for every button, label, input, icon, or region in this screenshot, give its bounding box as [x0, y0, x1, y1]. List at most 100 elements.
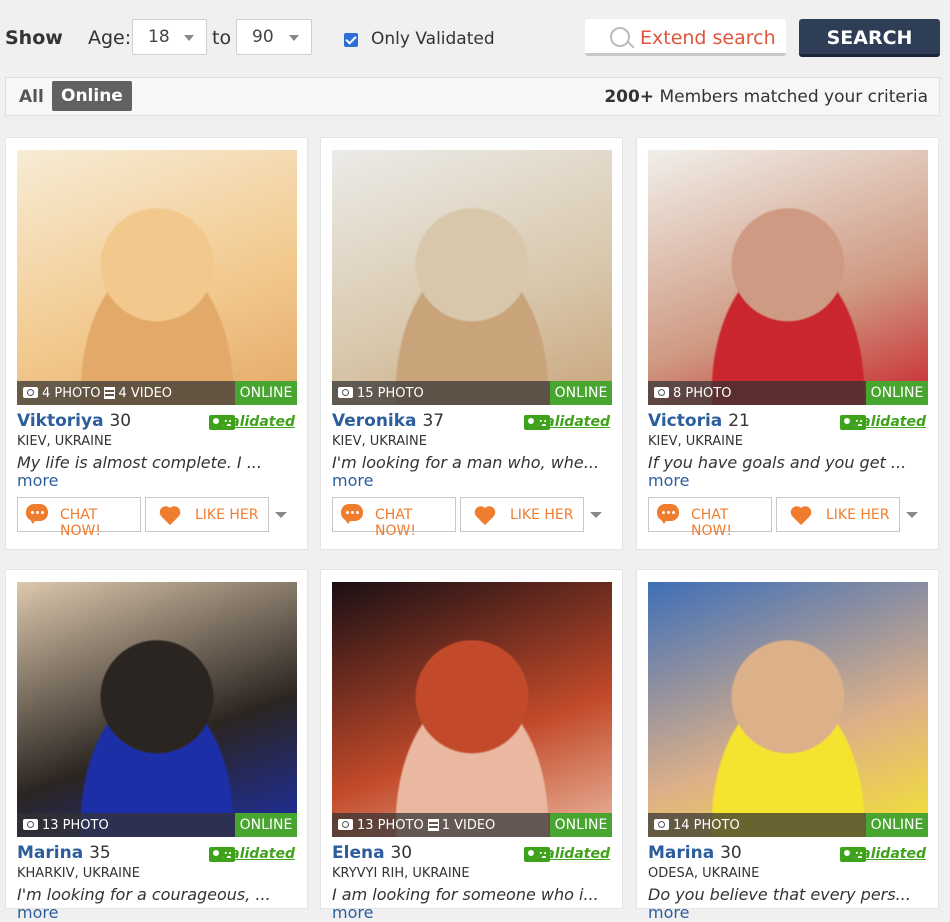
profile-card[interactable]: 4 PHOTO 4 VIDEO ONLINE Viktoriya 30 Valid…: [5, 137, 308, 550]
age-from-value: 18: [148, 27, 170, 47]
profile-name[interactable]: Marina 30: [648, 843, 742, 863]
like-her-button[interactable]: LIKE HER: [145, 497, 269, 532]
profile-name-text[interactable]: Marina: [648, 843, 714, 863]
chevron-down-icon[interactable]: [906, 512, 918, 518]
photo-count: 4 PHOTO: [42, 386, 101, 401]
chat-now-button[interactable]: CHAT NOW!: [332, 497, 456, 539]
validated-link[interactable]: Validated: [852, 414, 926, 430]
profile-name[interactable]: Elena 30: [332, 843, 412, 863]
tab-all[interactable]: All: [19, 87, 44, 107]
photo-count: 13 PHOTO: [357, 818, 424, 833]
profile-photo[interactable]: 14 PHOTO ONLINE: [648, 582, 928, 837]
more-link[interactable]: more: [332, 903, 373, 922]
profile-photo[interactable]: 13 PHOTO 1 VIDEO ONLINE: [332, 582, 612, 837]
search-button[interactable]: SEARCH: [799, 19, 940, 57]
matched-count-text: 200+ Members matched your criteria: [604, 87, 928, 107]
profile-photo[interactable]: 15 PHOTO ONLINE: [332, 150, 612, 405]
like-her-label: LIKE HER: [826, 507, 890, 523]
profile-name[interactable]: Viktoriya 30: [17, 411, 131, 431]
profile-card[interactable]: 13 PHOTO ONLINE Marina 35 Validated KHAR…: [5, 569, 308, 922]
chat-now-label: CHAT NOW!: [691, 507, 732, 539]
camera-icon: [338, 819, 353, 830]
profile-age: 30: [720, 843, 742, 863]
photo-count: 15 PHOTO: [357, 386, 424, 401]
only-validated-checkbox[interactable]: [344, 33, 358, 47]
matched-text: Members matched your criteria: [659, 87, 928, 107]
validated-link[interactable]: Validated: [536, 414, 610, 430]
age-to-value: 90: [252, 27, 274, 47]
profile-name[interactable]: Marina 35: [17, 843, 111, 863]
profile-name[interactable]: Victoria 21: [648, 411, 750, 431]
only-validated-label[interactable]: Only Validated: [371, 29, 495, 49]
age-to-select[interactable]: 90: [236, 19, 312, 55]
profile-name[interactable]: Veronika 37: [332, 411, 444, 431]
profile-location: KHARKIV, UKRAINE: [17, 866, 140, 881]
chat-now-button[interactable]: CHAT NOW!: [17, 497, 141, 539]
profile-location: KIEV, UKRAINE: [332, 434, 427, 449]
profile-card[interactable]: 14 PHOTO ONLINE Marina 30 Validated ODES…: [636, 569, 939, 922]
chat-bubble-icon: [341, 504, 363, 524]
heart-icon: [159, 507, 181, 527]
description-text: I'm looking for a man who, whe...: [332, 453, 600, 472]
profile-location: KIEV, UKRAINE: [17, 434, 112, 449]
online-badge: ONLINE: [550, 813, 612, 837]
profile-age: 21: [728, 411, 750, 431]
profile-photo[interactable]: 4 PHOTO 4 VIDEO ONLINE: [17, 150, 297, 405]
like-her-button[interactable]: LIKE HER: [460, 497, 584, 532]
matched-count: 200+: [604, 87, 655, 107]
tab-online[interactable]: Online: [52, 81, 132, 111]
profile-description: If you have goals and you get ... more: [648, 454, 931, 490]
more-link[interactable]: more: [648, 471, 689, 490]
extend-search-button[interactable]: Extend search: [585, 19, 786, 56]
more-link[interactable]: more: [17, 471, 58, 490]
to-label: to: [212, 27, 232, 49]
search-icon: [610, 27, 630, 47]
more-link[interactable]: more: [332, 471, 373, 490]
description-text: If you have goals and you get ...: [648, 453, 907, 472]
profile-description: Do you believe that every pers... more: [648, 886, 931, 922]
profile-card[interactable]: 8 PHOTO ONLINE Victoria 21 Validated KIE…: [636, 137, 939, 550]
age-label: Age:: [88, 27, 132, 49]
more-link[interactable]: more: [17, 903, 58, 922]
profile-name-text[interactable]: Veronika: [332, 411, 417, 431]
media-counts: 14 PHOTO: [654, 818, 740, 833]
validated-link[interactable]: Validated: [536, 846, 610, 862]
validated-link[interactable]: Validated: [221, 414, 295, 430]
chat-now-label: CHAT NOW!: [60, 507, 101, 539]
age-from-select[interactable]: 18: [132, 19, 207, 55]
film-icon: [427, 819, 439, 831]
like-her-label: LIKE HER: [510, 507, 574, 523]
profile-card[interactable]: 15 PHOTO ONLINE Veronika 37 Validated KI…: [320, 137, 623, 550]
photo-count: 14 PHOTO: [673, 818, 740, 833]
chevron-down-icon[interactable]: [590, 512, 602, 518]
camera-icon: [654, 387, 669, 398]
profile-name-text[interactable]: Marina: [17, 843, 83, 863]
film-icon: [104, 387, 116, 399]
online-badge: ONLINE: [235, 381, 297, 405]
camera-icon: [654, 819, 669, 830]
profile-name-text[interactable]: Victoria: [648, 411, 722, 431]
like-her-button[interactable]: LIKE HER: [776, 497, 900, 532]
show-label: Show: [5, 27, 63, 49]
photo-count: 8 PHOTO: [673, 386, 732, 401]
online-badge: ONLINE: [235, 813, 297, 837]
chat-now-button[interactable]: CHAT NOW!: [648, 497, 772, 539]
profile-photo[interactable]: 13 PHOTO ONLINE: [17, 582, 297, 837]
more-link[interactable]: more: [648, 903, 689, 922]
profile-location: KIEV, UKRAINE: [648, 434, 743, 449]
validated-link[interactable]: Validated: [852, 846, 926, 862]
photo-count: 13 PHOTO: [42, 818, 109, 833]
validated-link[interactable]: Validated: [221, 846, 295, 862]
filter-bar: Show Age: 18 to 90 Only Validated Extend…: [0, 0, 950, 76]
profile-location: ODESA, UKRAINE: [648, 866, 760, 881]
media-counts: 4 PHOTO 4 VIDEO: [23, 386, 172, 401]
profile-name-text[interactable]: Elena: [332, 843, 385, 863]
chevron-down-icon[interactable]: [275, 512, 287, 518]
profile-age: 35: [89, 843, 111, 863]
profile-name-text[interactable]: Viktoriya: [17, 411, 104, 431]
profile-photo[interactable]: 8 PHOTO ONLINE: [648, 150, 928, 405]
profile-card[interactable]: 13 PHOTO 1 VIDEO ONLINE Elena 30 Validate…: [320, 569, 623, 922]
description-text: I am looking for someone who i...: [332, 885, 599, 904]
heart-icon: [474, 507, 496, 527]
profile-description: I'm looking for a man who, whe... more: [332, 454, 615, 490]
